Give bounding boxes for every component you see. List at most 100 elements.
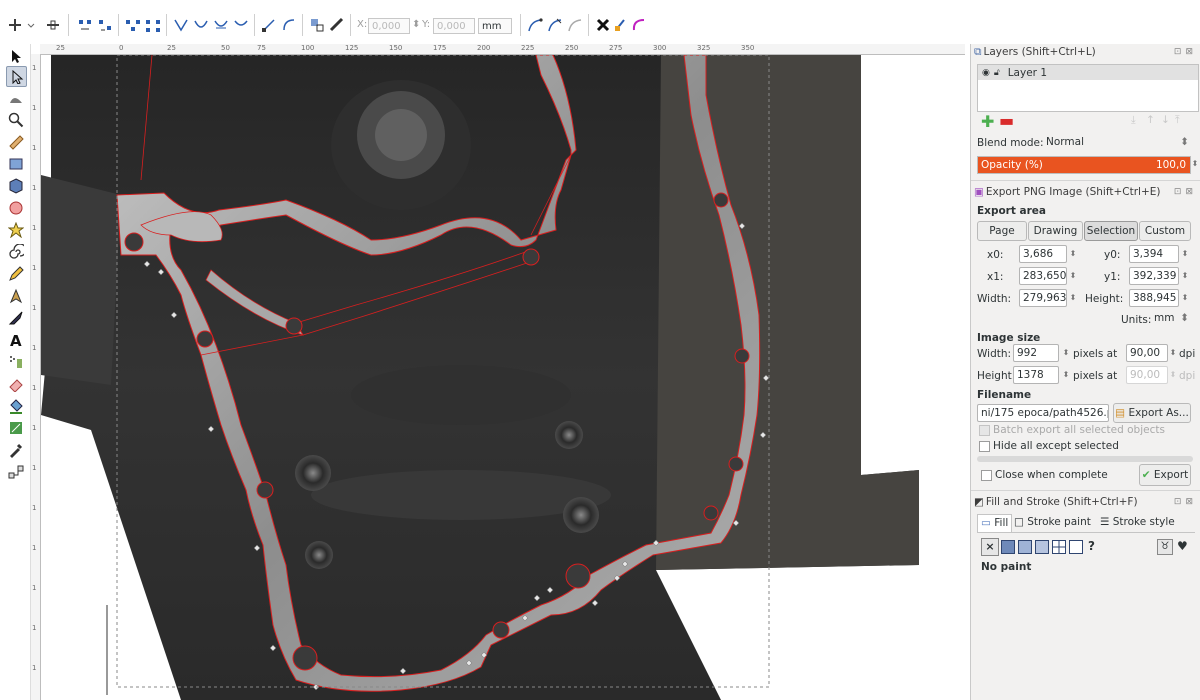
export-button[interactable]: ✔ Export	[1139, 464, 1191, 486]
edit-mask-icon[interactable]	[630, 16, 648, 34]
panel-controls-icon[interactable]: ⊡⊠	[1174, 187, 1197, 197]
fill-stroke-panel-header[interactable]: ◩ Fill and Stroke (Shift+Ctrl+F) ⊡⊠	[971, 494, 1200, 510]
radial-gradient-icon[interactable]	[1035, 540, 1049, 554]
pen-tool-icon[interactable]	[6, 286, 25, 305]
height-spin-icon[interactable]: ⬍	[1180, 289, 1190, 307]
remove-layer-icon[interactable]: ▬	[999, 111, 1014, 130]
make-curve-icon[interactable]	[280, 16, 298, 34]
x1-field[interactable]: 283,650	[1019, 267, 1067, 285]
node-tool-icon[interactable]	[6, 66, 27, 87]
opacity-spin-icon[interactable]: ⬍	[1190, 155, 1200, 173]
swatch-icon[interactable]	[1069, 540, 1083, 554]
dpi-spin-icon[interactable]: ⬍	[1168, 344, 1178, 362]
spray-tool-icon[interactable]	[6, 352, 25, 371]
x0-spin-icon[interactable]: ⬍	[1068, 245, 1078, 263]
eye-icon[interactable]: ◉	[982, 68, 990, 78]
y1-spin-icon[interactable]: ⬍	[1180, 267, 1190, 285]
unit-select[interactable]: mm	[478, 18, 512, 34]
node-cusp-icon[interactable]	[172, 16, 190, 34]
move-layer-bottom-icon[interactable]: ⤓	[1131, 114, 1136, 127]
export-panel-header[interactable]: ▣ Export PNG Image (Shift+Ctrl+E) ⊡⊠	[971, 184, 1200, 200]
no-paint-icon[interactable]: ×	[981, 538, 999, 556]
join-nodes-icon[interactable]	[76, 16, 94, 34]
blend-mode-select[interactable]: Normal ⬍	[1043, 134, 1191, 152]
delete-node-icon[interactable]	[44, 16, 62, 34]
move-layer-up-icon[interactable]: ↑	[1146, 114, 1155, 126]
y0-field[interactable]: 3,394	[1129, 245, 1179, 263]
lock-icon[interactable]: 🔓︎	[994, 68, 1000, 78]
tab-fill[interactable]: ▭ Fill	[977, 514, 1013, 532]
height-field[interactable]: 388,945	[1129, 289, 1179, 307]
make-line-icon[interactable]	[260, 16, 278, 34]
panel-controls-icon[interactable]: ⊡⊠	[1174, 497, 1197, 507]
eraser-tool-icon[interactable]	[6, 374, 25, 393]
y-coordinate-field[interactable]: 0,000	[433, 18, 475, 34]
dropper-tool-icon[interactable]	[6, 440, 25, 459]
tab-stroke-style[interactable]: ☰ Stroke style	[1097, 514, 1178, 531]
tweak-tool-icon[interactable]	[6, 88, 25, 107]
export-tab-custom[interactable]: Custom	[1139, 221, 1191, 241]
drawing-canvas[interactable]	[41, 55, 965, 700]
selector-tool-icon[interactable]	[6, 46, 25, 65]
layer-name[interactable]: Layer 1	[1008, 67, 1047, 79]
show-handles-icon[interactable]	[546, 16, 564, 34]
filename-field[interactable]: ni/175 epoca/path4526.png	[977, 404, 1109, 422]
hide-all-label[interactable]: Hide all except selected	[993, 440, 1119, 452]
x1-spin-icon[interactable]: ⬍	[1068, 267, 1078, 285]
stroke-to-path-icon[interactable]	[328, 16, 346, 34]
img-height-spin-icon[interactable]: ⬍	[1061, 366, 1071, 384]
3d-box-tool-icon[interactable]	[6, 176, 25, 195]
width-field[interactable]: 279,963	[1019, 289, 1067, 307]
paint-bucket-tool-icon[interactable]	[6, 396, 25, 415]
pattern-icon[interactable]	[1052, 540, 1066, 554]
move-layer-top-icon[interactable]: ⤒	[1175, 114, 1180, 127]
text-tool-icon[interactable]: A	[6, 330, 25, 349]
gradient-tool-icon[interactable]	[6, 418, 25, 437]
fill-rule-evenodd-icon[interactable]: ♉	[1157, 539, 1173, 555]
layer-row[interactable]: ◉ 🔓︎ Layer 1	[978, 65, 1198, 80]
linear-gradient-icon[interactable]	[1018, 540, 1032, 554]
x-spin-icon[interactable]: ⬍	[412, 19, 420, 30]
panel-controls-icon[interactable]: ⊡⊠	[1174, 47, 1197, 57]
close-when-complete-checkbox[interactable]	[981, 470, 992, 481]
tab-stroke-paint[interactable]: □ Stroke paint	[1011, 514, 1094, 531]
export-tab-page[interactable]: Page	[977, 221, 1027, 241]
width-spin-icon[interactable]: ⬍	[1068, 289, 1078, 307]
spiral-tool-icon[interactable]	[6, 242, 25, 261]
break-path-icon[interactable]	[96, 16, 114, 34]
img-height-field[interactable]: 1378	[1013, 366, 1059, 384]
close-when-complete-label[interactable]: Close when complete	[995, 469, 1108, 481]
delete-segment-icon[interactable]	[144, 16, 162, 34]
insert-node-dropdown-icon[interactable]	[26, 16, 36, 34]
export-tab-selection[interactable]: Selection	[1084, 221, 1138, 241]
edit-clip-icon[interactable]	[612, 16, 630, 34]
pencil-tool-icon[interactable]	[6, 264, 25, 283]
x-coordinate-field[interactable]: 0,000	[368, 18, 410, 34]
img-width-spin-icon[interactable]: ⬍	[1061, 344, 1071, 362]
export-as-button[interactable]: ▤ Export As...	[1113, 403, 1191, 423]
flat-color-icon[interactable]	[1001, 540, 1015, 554]
measure-tool-icon[interactable]	[6, 132, 25, 151]
connector-tool-icon[interactable]	[6, 462, 25, 481]
zoom-tool-icon[interactable]	[6, 110, 25, 129]
opacity-slider[interactable]: Opacity (%) 100,0	[977, 156, 1191, 174]
star-tool-icon[interactable]	[6, 220, 25, 239]
show-outline-icon[interactable]	[566, 16, 584, 34]
ellipse-tool-icon[interactable]	[6, 198, 25, 217]
rectangle-tool-icon[interactable]	[6, 154, 25, 173]
join-segment-icon[interactable]	[124, 16, 142, 34]
node-symmetric-icon[interactable]	[212, 16, 230, 34]
hide-all-checkbox[interactable]	[979, 441, 990, 452]
node-smooth-icon[interactable]	[192, 16, 210, 34]
layers-list[interactable]: ◉ 🔓︎ Layer 1	[977, 64, 1199, 112]
y0-spin-icon[interactable]: ⬍	[1180, 245, 1190, 263]
add-layer-icon[interactable]: ✚	[981, 112, 994, 131]
next-path-effect-icon[interactable]	[594, 16, 612, 34]
calligraphy-tool-icon[interactable]	[6, 308, 25, 327]
node-auto-smooth-icon[interactable]	[232, 16, 250, 34]
fill-rule-nonzero-icon[interactable]: ♥	[1177, 539, 1188, 553]
export-tab-drawing[interactable]: Drawing	[1028, 221, 1083, 241]
object-to-path-icon[interactable]	[308, 16, 326, 34]
layers-panel-header[interactable]: ⧉ Layers (Shift+Ctrl+L) ⊡⊠	[971, 44, 1200, 60]
move-layer-down-icon[interactable]: ↓	[1161, 114, 1170, 126]
